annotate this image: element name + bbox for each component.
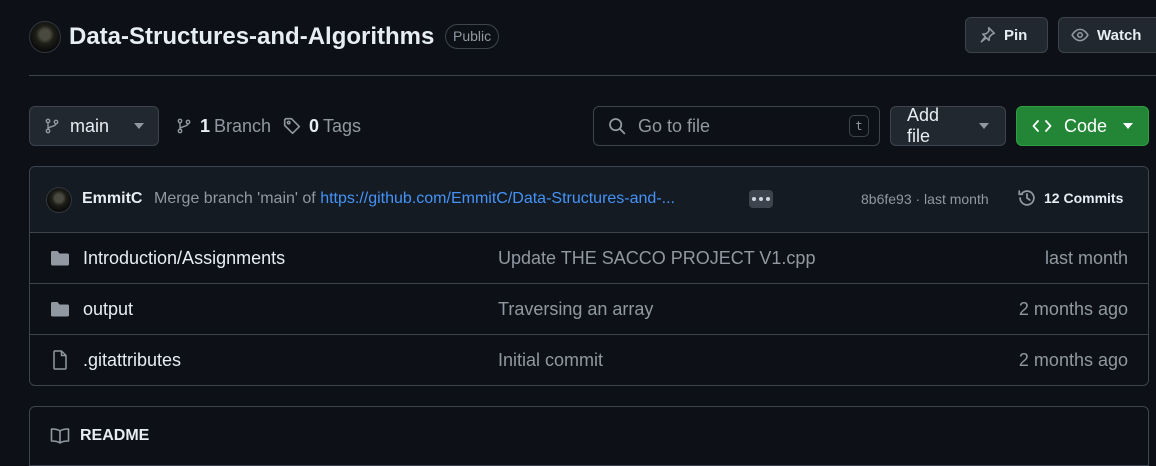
file-commit-message[interactable]: Initial commit	[498, 350, 603, 371]
ellipsis-dot	[752, 197, 756, 201]
file-icon	[52, 350, 68, 370]
visibility-badge: Public	[445, 24, 500, 49]
add-file-label: Add file	[907, 105, 940, 146]
expand-commit-message-button[interactable]	[749, 190, 773, 208]
commit-author[interactable]: EmmitC	[82, 190, 142, 208]
tag-label: Tags	[323, 115, 362, 136]
code-icon	[1032, 118, 1052, 134]
search-icon	[608, 117, 626, 135]
file-browser: EmmitC Merge branch 'main' of https://gi…	[29, 166, 1149, 386]
ellipsis-dot	[759, 197, 763, 201]
pin-label: Pin	[1004, 26, 1028, 44]
repo-owner-avatar[interactable]	[29, 21, 61, 53]
pin-icon	[978, 26, 996, 44]
table-row[interactable]: Introduction/Assignments Update THE SACC…	[30, 233, 1148, 284]
history-icon	[1017, 188, 1037, 208]
latest-commit-bar: EmmitC Merge branch 'main' of https://gi…	[30, 167, 1148, 233]
file-commit-date: 2 months ago	[1018, 350, 1128, 370]
code-label: Code	[1064, 115, 1108, 136]
file-name[interactable]: output	[83, 299, 133, 320]
chevron-down-icon	[1123, 123, 1133, 129]
file-commit-message[interactable]: Update THE SACCO PROJECT V1.cpp	[498, 248, 815, 269]
header-divider	[29, 75, 1156, 76]
go-to-file-input[interactable]	[638, 115, 837, 137]
tag-count: 0	[309, 115, 320, 136]
commit-message-link[interactable]: https://github.com/EmmitC/Data-Structure…	[320, 190, 675, 207]
keyboard-shortcut-hint: t	[849, 115, 869, 137]
commit-sha-time[interactable]: 8b6fe93 · last month	[861, 191, 989, 207]
branch-label: Branch	[214, 115, 272, 136]
table-row[interactable]: .gitattributes Initial commit 2 months a…	[30, 335, 1148, 385]
add-file-button[interactable]: Add file	[890, 105, 1006, 146]
commits-count: 12 Commits	[1044, 190, 1124, 206]
book-icon	[50, 427, 70, 445]
eye-icon	[1071, 26, 1089, 44]
branch-count: 1	[200, 115, 211, 136]
commit-message-text: Merge branch 'main' of	[154, 190, 316, 207]
file-commit-date: 2 months ago	[1018, 299, 1128, 319]
avatar[interactable]	[46, 187, 72, 213]
git-branch-icon	[176, 117, 192, 135]
readme-panel: README	[29, 406, 1149, 466]
readme-title: README	[80, 427, 150, 444]
table-row[interactable]: output Traversing an array 2 months ago	[30, 284, 1148, 335]
tag-icon	[283, 117, 301, 135]
file-name[interactable]: .gitattributes	[83, 350, 181, 371]
file-name[interactable]: Introduction/Assignments	[83, 248, 285, 269]
branch-name: main	[70, 115, 110, 136]
repo-title[interactable]: Data-Structures-and-Algorithms	[69, 21, 434, 53]
branch-selector[interactable]: main	[29, 106, 159, 146]
commit-message[interactable]: Merge branch 'main' of https://github.co…	[154, 190, 739, 208]
folder-icon	[50, 300, 70, 318]
ellipsis-dot	[766, 197, 770, 201]
watch-label: Watch	[1097, 26, 1142, 44]
folder-icon	[50, 249, 70, 267]
tags-link[interactable]: 0 Tags	[283, 106, 361, 146]
go-to-file-search[interactable]: t	[593, 106, 880, 146]
branches-link[interactable]: 1 Branch	[176, 106, 271, 146]
file-commit-message[interactable]: Traversing an array	[498, 299, 653, 320]
pin-button[interactable]: Pin	[965, 17, 1048, 53]
git-branch-icon	[44, 117, 60, 135]
chevron-down-icon	[979, 123, 989, 129]
commits-history-link[interactable]: 12 Commits	[1017, 188, 1123, 208]
chevron-down-icon	[134, 123, 144, 129]
code-button[interactable]: Code	[1016, 106, 1149, 146]
readme-tab[interactable]: README	[50, 427, 149, 445]
watch-button[interactable]: Watch	[1058, 17, 1156, 53]
file-commit-date: last month	[1044, 248, 1128, 268]
